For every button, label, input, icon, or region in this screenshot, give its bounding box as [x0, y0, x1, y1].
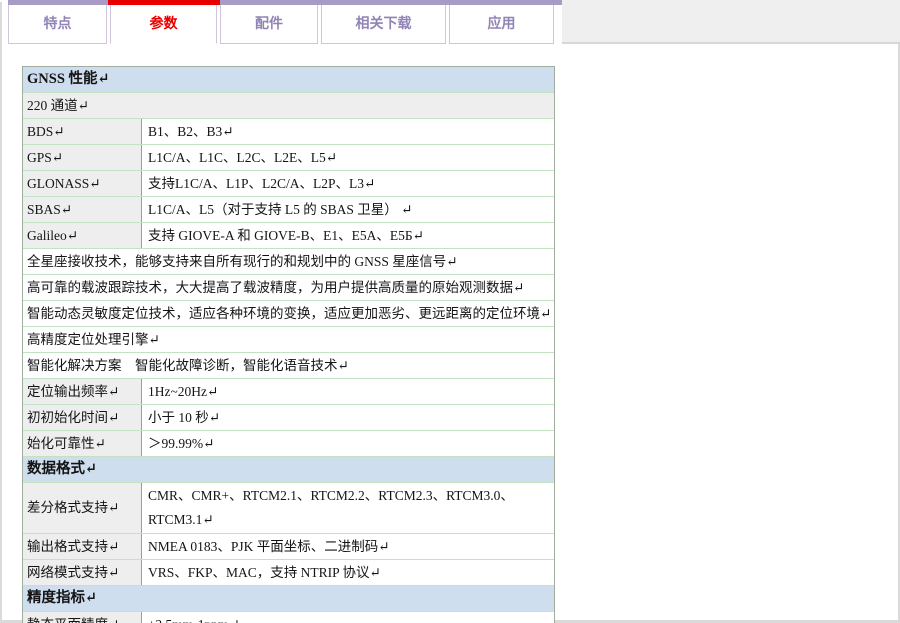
spec-label: SBAS↵: [23, 197, 142, 222]
spec-label: 初初始化时间↵: [23, 405, 142, 430]
spec-label: 定位输出频率↵: [23, 379, 142, 404]
table-row-init-reliability: 始化可靠性↵ ＞99.99%↵: [23, 431, 554, 457]
spec-value: L1C/A、L5（对于支持 L5 的 SBAS 卫星） ↵: [142, 197, 554, 222]
spec-value: L1C/A、L1C、L2C、L2E、L5↵: [142, 145, 554, 170]
spec-label: 输出格式支持↵: [23, 534, 142, 559]
spec-value: B1、B2、B3↵: [142, 119, 554, 144]
tab-strip: 特点 参数 配件 相关下载 应用: [8, 0, 564, 44]
spec-label: 差分格式支持↵: [23, 483, 142, 533]
table-row-feature-4: 高精度定位处理引擎↵: [23, 327, 554, 353]
table-row-init-time: 初初始化时间↵ 小于 10 秒↵: [23, 405, 554, 431]
tab-downloads[interactable]: 相关下载: [321, 5, 446, 44]
tab-features[interactable]: 特点: [8, 5, 107, 44]
spec-label: 始化可靠性↵: [23, 431, 142, 456]
tab-accessories[interactable]: 配件: [220, 5, 318, 44]
spec-label: GPS↵: [23, 145, 142, 170]
table-row-galileo: Galileo↵ 支持 GIOVE-A 和 GIOVE-B、E1、E5A、E5Б…: [23, 223, 554, 249]
product-spec-page: 特点 参数 配件 相关下载 应用 GNSS 性能↵ 220 通道↵ BDS↵ B…: [0, 0, 900, 623]
spec-value: 1Hz~20Hz↵: [142, 379, 554, 404]
spec-label: Galileo↵: [23, 223, 142, 248]
spec-table: GNSS 性能↵ 220 通道↵ BDS↵ B1、B2、B3↵ GPS↵ L1C…: [22, 66, 555, 623]
table-row-output-format: 输出格式支持↵ NMEA 0183、PJK 平面坐标、二进制码↵: [23, 534, 554, 560]
tab-strip-filler: [562, 0, 900, 44]
spec-value: NMEA 0183、PJK 平面坐标、二进制码↵: [142, 534, 554, 559]
table-row-static-accuracy: 静态平面精度↵ ±2.5mm-1ppm↵: [23, 612, 554, 623]
table-row-feature-3: 智能动态灵敏度定位技术，适应各种环境的变换，适应更加恶劣、更远距离的定位环境↵: [23, 301, 554, 327]
spec-label: GLONASS↵: [23, 171, 142, 196]
spec-label: 静态平面精度↵: [23, 612, 142, 623]
spec-value: VRS、FKP、MAC，支持 NTRIP 协议↵: [142, 560, 554, 585]
spec-value: 小于 10 秒↵: [142, 405, 554, 430]
table-row-feature-1: 全星座接收技术，能够支持来自所有现行的和规划中的 GNSS 星座信号↵: [23, 249, 554, 275]
table-row-feature-2: 高可靠的载波跟踪技术，大大提高了载波精度，为用户提供高质量的原始观测数据↵: [23, 275, 554, 301]
table-row-feature-5: 智能化解决方案 智能化故障诊断，智能化语音技术↵: [23, 353, 554, 379]
spec-label: 网络模式支持↵: [23, 560, 142, 585]
spec-value: 支持 GIOVE-A 和 GIOVE-B、E1、E5A、E5Б↵: [142, 223, 554, 248]
spec-value: 支持L1C/A、L1P、L2C/A、L2P、L3↵: [142, 171, 554, 196]
tab-applications[interactable]: 应用: [449, 5, 554, 44]
spec-value: ＞99.99%↵: [142, 431, 554, 456]
table-row-network-mode: 网络模式支持↵ VRS、FKP、MAC，支持 NTRIP 协议↵: [23, 560, 554, 586]
section-header-data-format: 数据格式↵: [23, 457, 554, 483]
page-left-border: [0, 2, 2, 623]
table-row-channels: 220 通道↵: [23, 93, 554, 119]
tab-parameters[interactable]: 参数: [110, 5, 217, 44]
table-row-glonass: GLONASS↵ 支持L1C/A、L1P、L2C/A、L2P、L3↵: [23, 171, 554, 197]
table-row-diff-format: 差分格式支持↵ CMR、CMR+、RTCM2.1、RTCM2.2、RTCM2.3…: [23, 483, 554, 534]
spec-value: ±2.5mm-1ppm↵: [142, 612, 554, 623]
section-header-accuracy: 精度指标↵: [23, 586, 554, 612]
section-header-gnss: GNSS 性能↵: [23, 67, 554, 93]
spec-label: BDS↵: [23, 119, 142, 144]
table-row-gps: GPS↵ L1C/A、L1C、L2C、L2E、L5↵: [23, 145, 554, 171]
table-row-bds: BDS↵ B1、B2、B3↵: [23, 119, 554, 145]
spec-value: CMR、CMR+、RTCM2.1、RTCM2.2、RTCM2.3、RTCM3.0…: [142, 483, 554, 533]
table-row-sbas: SBAS↵ L1C/A、L5（对于支持 L5 的 SBAS 卫星） ↵: [23, 197, 554, 223]
table-row-output-rate: 定位输出频率↵ 1Hz~20Hz↵: [23, 379, 554, 405]
